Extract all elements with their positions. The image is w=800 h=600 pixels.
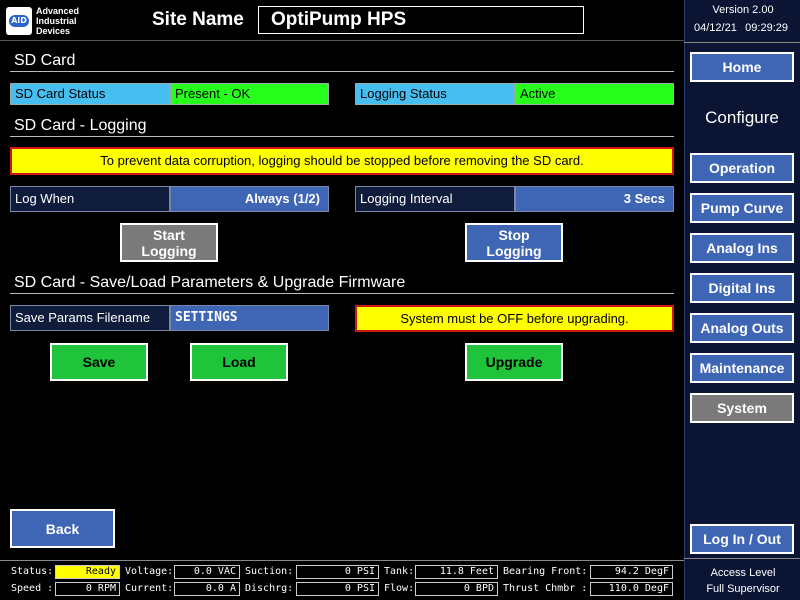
configure-heading: Configure: [705, 108, 779, 127]
current-label: Current:: [125, 583, 174, 594]
voltage-value: 0.0 VAC: [174, 565, 240, 579]
sidebar-footer-divider: [684, 558, 800, 559]
bearing-front-label: Bearing Front:: [503, 566, 588, 577]
header-divider: [0, 40, 684, 41]
logging-status-label: Logging Status: [355, 83, 515, 105]
speed-label: Speed :: [11, 583, 54, 594]
section-divider: [10, 136, 674, 137]
company-name-line1: Advanced: [36, 6, 80, 16]
section-divider: [10, 293, 674, 294]
current-time: 09:29:29: [745, 22, 788, 34]
log-when-value[interactable]: Always (1/2): [170, 186, 329, 212]
stop-logging-label-line2: Logging: [486, 242, 542, 259]
company-logo: AID: [6, 7, 32, 35]
access-level-label: Access Level: [710, 567, 776, 579]
status-label: Status:: [11, 566, 54, 577]
logging-warning-banner: To prevent data corruption, logging shou…: [10, 147, 674, 175]
sidebar-item-analog-outs[interactable]: Analog Outs: [690, 313, 794, 343]
tank-value: 11.8 Feet: [415, 565, 498, 579]
save-params-filename-input[interactable]: SETTINGS: [170, 305, 329, 331]
logging-interval-label: Logging Interval: [355, 186, 515, 212]
load-button[interactable]: Load: [190, 343, 288, 381]
save-params-filename-label: Save Params Filename: [10, 305, 170, 331]
thrust-chamber-value: 110.0 DegF: [590, 582, 673, 596]
upgrade-warning-banner: System must be OFF before upgrading.: [355, 305, 674, 332]
sidebar-item-system[interactable]: System: [690, 393, 794, 423]
home-button[interactable]: Home: [690, 52, 794, 82]
access-level: Access Level Full Supervisor: [688, 565, 798, 597]
suction-value: 0 PSI: [296, 565, 379, 579]
sd-card-status-label: SD Card Status: [10, 83, 170, 105]
logo-mark: AID: [9, 15, 29, 27]
flow-label: Flow:: [384, 583, 415, 594]
upgrade-button[interactable]: Upgrade: [465, 343, 563, 381]
voltage-label: Voltage:: [125, 566, 174, 577]
version-label: Version 2.00: [712, 4, 774, 16]
thrust-chamber-label: Thrust Chmbr :: [503, 583, 588, 594]
sidebar-item-pump-curve[interactable]: Pump Curve: [690, 193, 794, 223]
company-name: Advanced Industrial Devices: [36, 6, 106, 36]
sidebar-item-analog-ins[interactable]: Analog Ins: [690, 233, 794, 263]
section-title-sd-card: SD Card: [14, 52, 76, 69]
back-button[interactable]: Back: [10, 509, 115, 548]
stop-logging-button[interactable]: Stop Logging: [465, 223, 563, 262]
start-logging-label-line2: Logging: [141, 242, 197, 259]
sidebar-item-digital-ins[interactable]: Digital Ins: [690, 273, 794, 303]
logging-status-value: Active: [515, 83, 674, 105]
logging-interval-value[interactable]: 3 Secs: [515, 186, 674, 212]
suction-label: Suction:: [245, 566, 294, 577]
bearing-front-value: 94.2 DegF: [590, 565, 673, 579]
section-title-save-load: SD Card - Save/Load Parameters & Upgrade…: [14, 274, 406, 291]
start-logging-label-line1: Start: [153, 226, 185, 243]
stop-logging-label-line1: Stop: [498, 226, 530, 243]
flow-value: 0 BPD: [415, 582, 498, 596]
start-logging-button[interactable]: Start Logging: [120, 223, 218, 262]
sidebar-item-operation[interactable]: Operation: [690, 153, 794, 183]
tank-label: Tank:: [384, 566, 415, 577]
section-divider: [10, 71, 674, 72]
company-name-line2: Industrial: [36, 16, 77, 26]
sidebar-divider: [684, 42, 800, 43]
discharge-label: Dischrg:: [245, 583, 294, 594]
section-title-logging: SD Card - Logging: [14, 117, 147, 134]
log-when-label: Log When: [10, 186, 170, 212]
discharge-value: 0 PSI: [296, 582, 379, 596]
company-name-line3: Devices: [36, 26, 71, 36]
save-button[interactable]: Save: [50, 343, 148, 381]
speed-value: 0 RPM: [55, 582, 120, 596]
status-value: Ready: [55, 565, 120, 579]
access-level-value: Full Supervisor: [706, 583, 780, 595]
site-name-label: Site Name: [152, 9, 244, 30]
login-logout-button[interactable]: Log In / Out: [690, 524, 794, 554]
current-value: 0.0 A: [174, 582, 240, 596]
sidebar-item-maintenance[interactable]: Maintenance: [690, 353, 794, 383]
sd-card-status-value: Present - OK: [170, 83, 329, 105]
current-date: 04/12/21: [694, 22, 737, 34]
site-name-field[interactable]: OptiPump HPS: [258, 6, 584, 34]
